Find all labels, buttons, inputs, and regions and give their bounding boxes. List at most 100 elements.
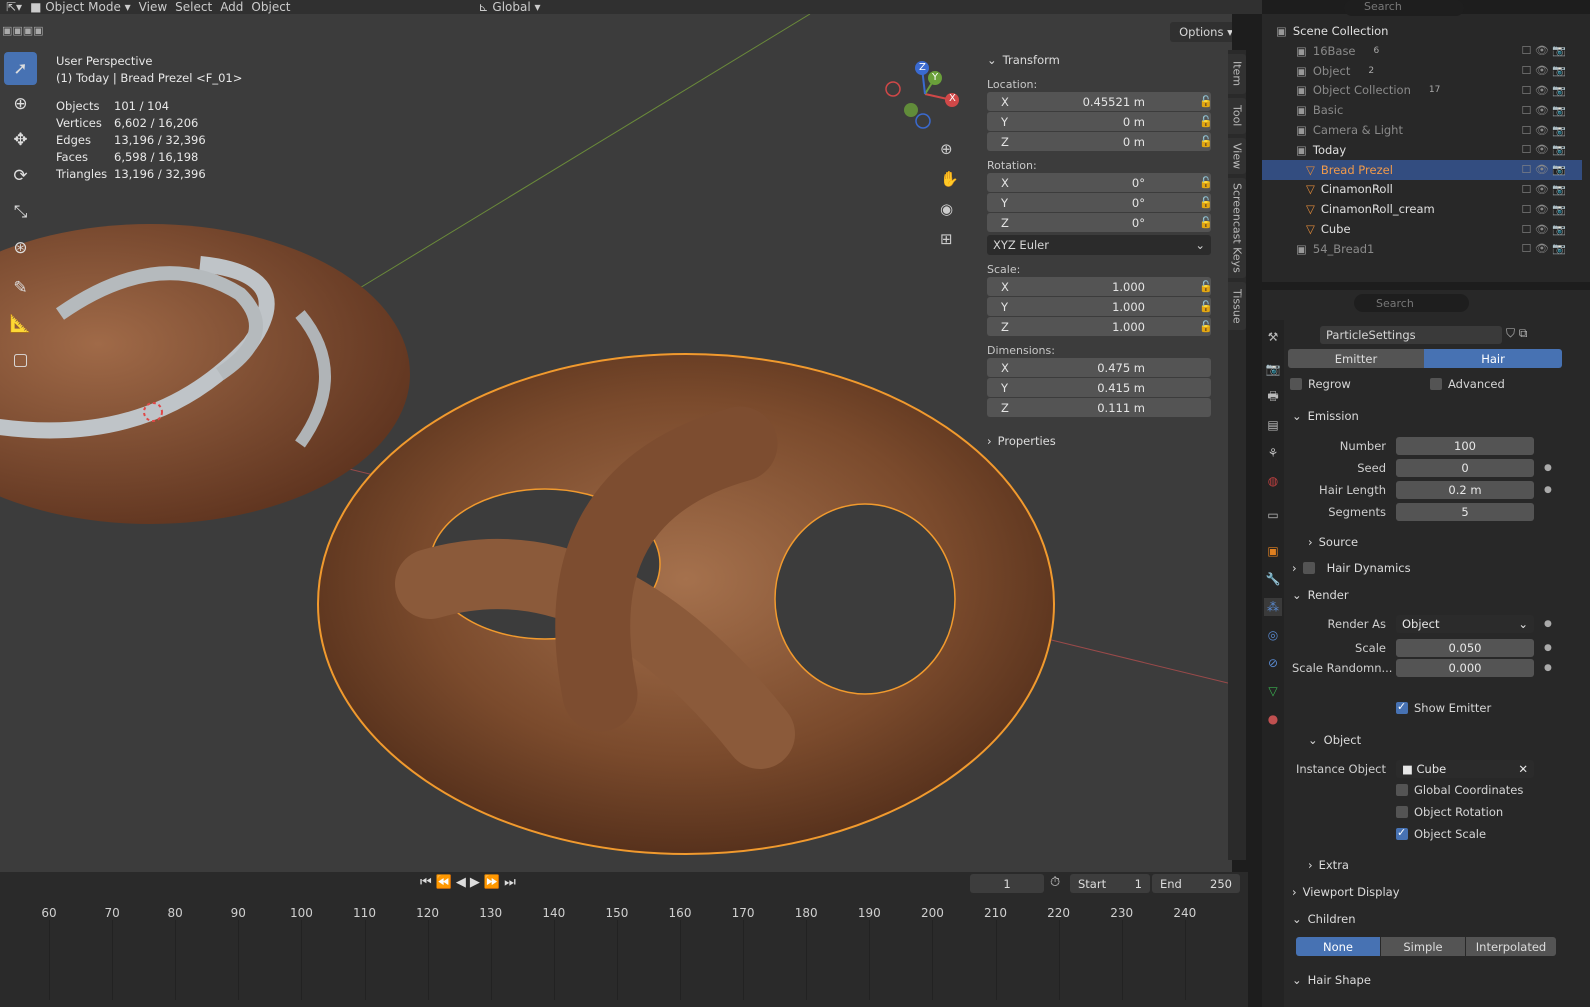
- lock-icon[interactable]: 🔓: [1199, 216, 1213, 229]
- lock-icon[interactable]: 🔓: [1199, 300, 1213, 313]
- show-emitter-checkbox[interactable]: Show Emitter: [1396, 698, 1576, 717]
- scale-random-field[interactable]: 0.000: [1396, 658, 1534, 677]
- camera-view-icon[interactable]: ◉: [940, 200, 953, 218]
- visibility-toggles[interactable]: ☐ 👁 📷: [1521, 223, 1566, 236]
- end-frame-field[interactable]: End 250: [1152, 874, 1240, 893]
- lock-icon[interactable]: 🔓: [1199, 196, 1213, 209]
- type-tab-emitter[interactable]: Emitter: [1288, 349, 1424, 368]
- fake-user-shield-icon[interactable]: ⛉ ⧉: [1506, 326, 1527, 341]
- particles-tab-icon[interactable]: ⁂: [1264, 598, 1282, 616]
- object-subpanel-header[interactable]: ⌄ Object: [1308, 728, 1588, 752]
- rotate-tool-icon[interactable]: ⟳: [4, 159, 37, 192]
- viewport-display-panel-header[interactable]: › Viewport Display: [1292, 880, 1572, 904]
- add-cube-tool-icon[interactable]: ▢: [4, 343, 37, 376]
- material-tab-icon[interactable]: ●: [1264, 710, 1282, 728]
- outliner-row[interactable]: ▣ Camera & Light ☐ 👁 📷: [1262, 120, 1582, 140]
- outliner-row[interactable]: ▣ Today ☐ 👁 📷: [1262, 140, 1582, 160]
- lock-icon[interactable]: 🔓: [1199, 135, 1213, 148]
- outliner-row[interactable]: ▽ Bread Prezel ☐ 👁 📷: [1262, 159, 1582, 180]
- tab-tool[interactable]: Tool: [1228, 98, 1246, 134]
- properties-search-input[interactable]: Search: [1354, 294, 1469, 312]
- advanced-checkbox[interactable]: Advanced: [1430, 374, 1550, 393]
- visibility-toggles[interactable]: ☐ 👁 📷: [1521, 104, 1566, 117]
- visibility-toggles[interactable]: ☐ 👁 📷: [1521, 44, 1566, 57]
- particle-settings-name-field[interactable]: ParticleSettings: [1320, 326, 1502, 344]
- orientation-dropdown[interactable]: ⊾ Global ▾: [479, 0, 541, 14]
- rotation-x-field[interactable]: X 0° 🔓: [987, 173, 1213, 192]
- pan-hand-icon[interactable]: ✋: [940, 170, 959, 188]
- modifier-tab-icon[interactable]: 🔧: [1264, 570, 1282, 588]
- hair-dynamics-check[interactable]: [1302, 562, 1315, 574]
- outliner-row[interactable]: ▣ Object 2 ☐ 👁 📷: [1262, 61, 1582, 81]
- visibility-toggles[interactable]: ☐ 👁 📷: [1521, 203, 1566, 216]
- visibility-toggles[interactable]: ☐ 👁 📷: [1521, 124, 1566, 137]
- keyframe-dot-icon[interactable]: ●: [1544, 485, 1552, 495]
- tab-screencast-keys[interactable]: Screencast Keys: [1228, 178, 1246, 278]
- collection-tab-icon[interactable]: ▭: [1264, 506, 1282, 524]
- gizmo-x-label[interactable]: X: [949, 93, 956, 104]
- physics-tab-icon[interactable]: ◎: [1264, 626, 1282, 644]
- visibility-toggles[interactable]: ☐ 👁 📷: [1521, 163, 1566, 176]
- dimensions-x-field[interactable]: X 0.475 m: [987, 358, 1211, 377]
- object-tab-icon[interactable]: ▣: [1264, 542, 1282, 560]
- perspective-grid-icon[interactable]: ⊞: [940, 230, 953, 248]
- start-frame-field[interactable]: Start 1: [1070, 874, 1150, 893]
- menu-object[interactable]: Object: [251, 0, 290, 14]
- dimensions-z-field[interactable]: Z 0.111 m: [987, 398, 1211, 417]
- location-x-field[interactable]: X 0.45521 m 🔓: [987, 92, 1213, 111]
- lock-icon[interactable]: 🔓: [1199, 95, 1213, 108]
- visibility-toggles[interactable]: ☐ 👁 📷: [1521, 143, 1566, 156]
- render-scale-field[interactable]: 0.050: [1396, 638, 1534, 657]
- location-z-field[interactable]: Z 0 m 🔓: [987, 132, 1213, 151]
- children-panel-header[interactable]: ⌄ Children: [1292, 907, 1572, 931]
- emission-field[interactable]: 0: [1396, 458, 1534, 477]
- outliner-row[interactable]: ▣ Scene Collection: [1262, 21, 1582, 41]
- rotation-z-field[interactable]: Z 0° 🔓: [987, 213, 1213, 232]
- cursor-tool-icon[interactable]: ⊕: [4, 87, 37, 120]
- gizmo-y-label[interactable]: Y: [932, 72, 938, 83]
- current-frame-field[interactable]: 1: [970, 874, 1044, 893]
- scale-x-field[interactable]: X 1.000 🔓: [987, 277, 1213, 296]
- tool-tab-icon[interactable]: ⚒: [1264, 328, 1282, 346]
- object-rotation-check[interactable]: [1396, 805, 1408, 818]
- emission-field[interactable]: 100: [1396, 436, 1534, 455]
- children-tab-interpolated[interactable]: Interpolated: [1466, 937, 1556, 956]
- render-as-dropdown[interactable]: Object ⌄: [1396, 614, 1534, 633]
- children-tab-simple[interactable]: Simple: [1381, 937, 1465, 956]
- tab-item[interactable]: Item: [1228, 54, 1246, 94]
- tab-view[interactable]: View: [1228, 138, 1246, 174]
- visibility-toggles[interactable]: ☐ 👁 📷: [1521, 242, 1566, 255]
- emission-field[interactable]: 0.2 m: [1396, 480, 1534, 499]
- measure-tool-icon[interactable]: 📐: [4, 307, 37, 340]
- zoom-icon[interactable]: ⊕: [940, 140, 953, 158]
- outliner-search-input[interactable]: Search: [1344, 0, 1464, 16]
- render-panel-header[interactable]: ⌄ Render: [1292, 583, 1572, 607]
- view-layer-tab-icon[interactable]: ▤: [1264, 416, 1282, 434]
- dimensions-y-field[interactable]: Y 0.415 m: [987, 378, 1211, 397]
- children-tab-none[interactable]: None: [1296, 937, 1380, 956]
- location-y-field[interactable]: Y 0 m 🔓: [987, 112, 1213, 131]
- visibility-toggles[interactable]: ☐ 👁 📷: [1521, 64, 1566, 77]
- advanced-check[interactable]: [1430, 377, 1442, 390]
- emission-panel-header[interactable]: ⌄ Emission: [1292, 404, 1572, 428]
- selection-mode-buttons[interactable]: ▣▣▣▣: [2, 24, 92, 42]
- menu-add[interactable]: Add: [220, 0, 243, 14]
- instance-object-field[interactable]: ■ Cube ✕: [1396, 759, 1534, 778]
- rotation-mode-dropdown[interactable]: XYZ Euler ⌄: [987, 235, 1211, 255]
- lock-icon[interactable]: 🔓: [1199, 280, 1213, 293]
- constraints-tab-icon[interactable]: ⊘: [1264, 654, 1282, 672]
- menu-view[interactable]: View: [139, 0, 167, 14]
- render-tab-icon[interactable]: 📷: [1264, 360, 1282, 378]
- outliner-row[interactable]: ▣ Basic ☐ 👁 📷: [1262, 100, 1582, 120]
- gizmo-z-label[interactable]: Z: [919, 62, 926, 73]
- type-tab-hair[interactable]: Hair: [1424, 349, 1562, 368]
- keyframe-dot-icon[interactable]: ●: [1544, 463, 1552, 473]
- select-box-tool-icon[interactable]: ➚: [4, 52, 37, 85]
- options-dropdown[interactable]: Options ▾: [1170, 22, 1232, 42]
- global-coordinates-checkbox[interactable]: Global Coordinates: [1396, 780, 1576, 799]
- source-panel-header[interactable]: › Source: [1308, 530, 1588, 554]
- rotation-y-field[interactable]: Y 0° 🔓: [987, 193, 1213, 212]
- object-scale-check[interactable]: [1396, 826, 1408, 840]
- stopwatch-icon[interactable]: ⏱: [1050, 875, 1060, 890]
- annotate-tool-icon[interactable]: ✎: [4, 271, 37, 304]
